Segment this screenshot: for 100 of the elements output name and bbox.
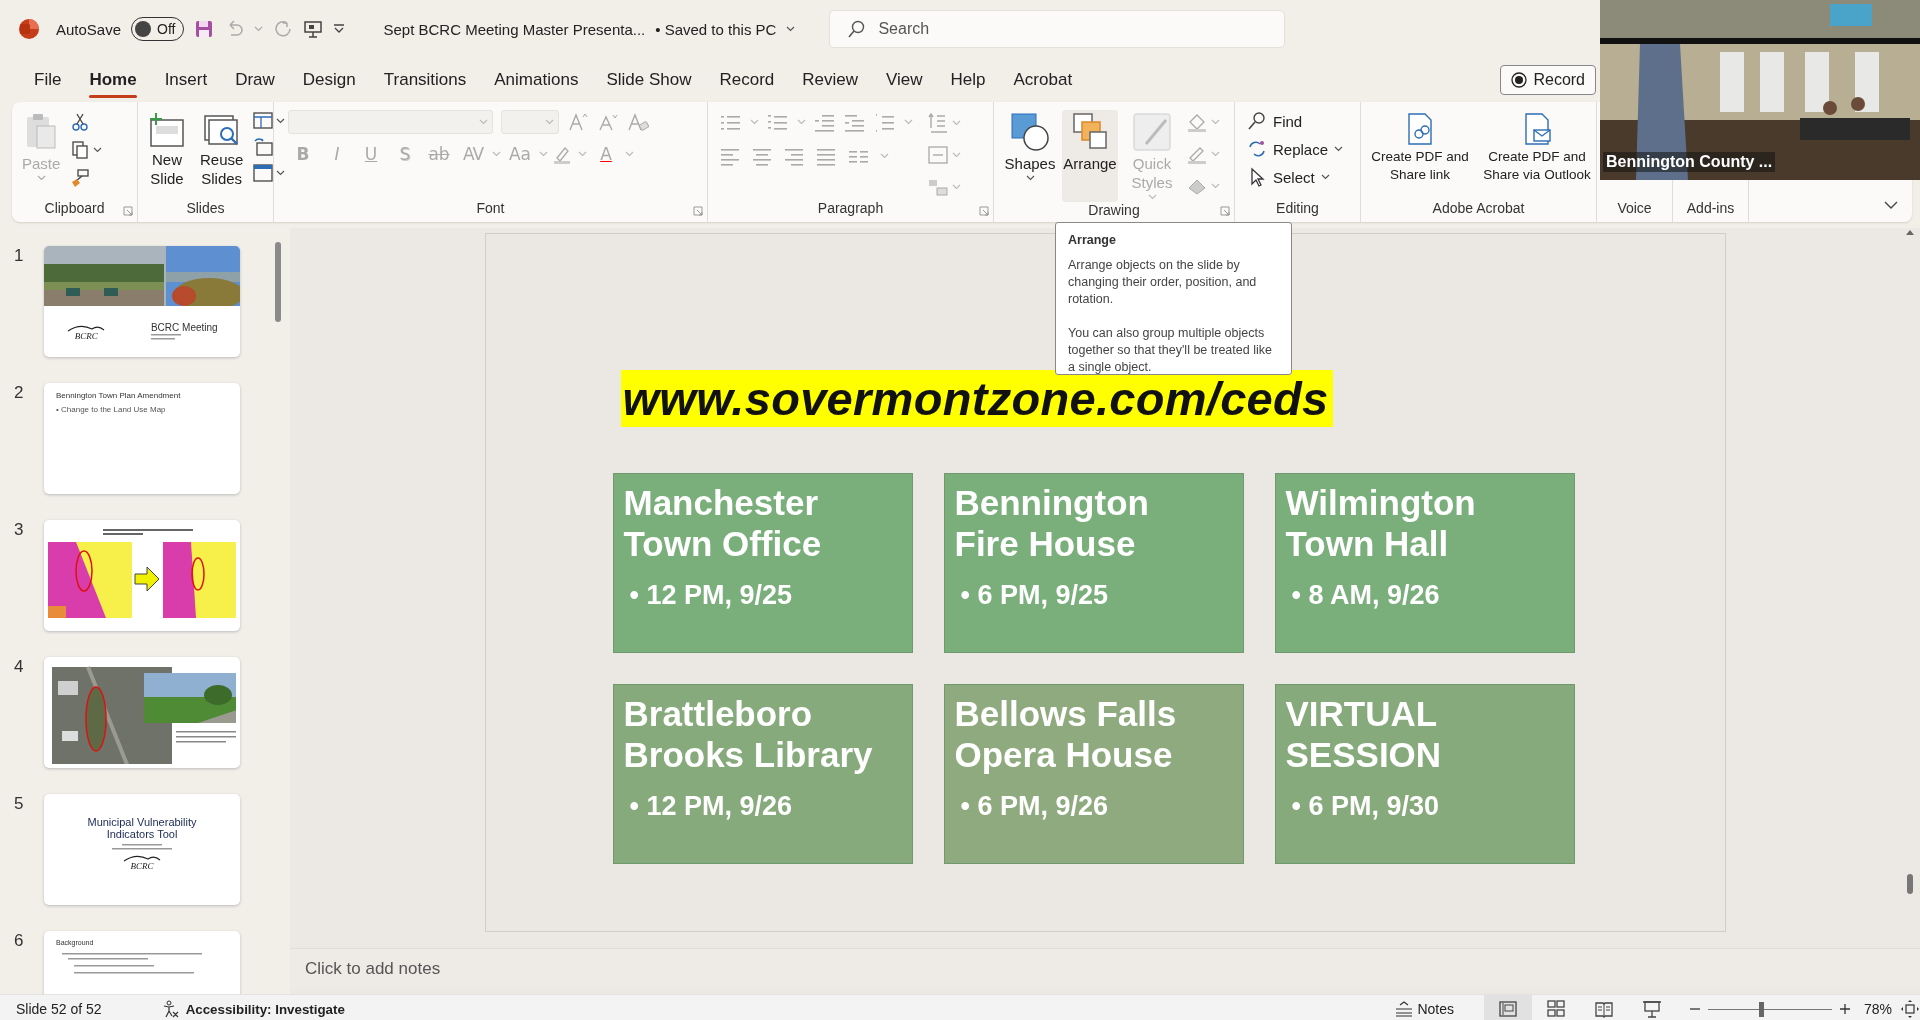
session-time: • 8 AM, 9/26: [1290, 580, 1441, 611]
align-center-icon[interactable]: [752, 146, 774, 166]
save-status[interactable]: • Saved to this PC: [655, 20, 777, 38]
pdf-mail-icon: [1522, 112, 1552, 146]
accessibility-button[interactable]: Accessibility: Investigate: [161, 1000, 345, 1018]
ribbon-tab[interactable]: Acrobat: [999, 64, 1087, 96]
select-button[interactable]: Select: [1245, 166, 1332, 188]
grow-font-icon[interactable]: [567, 112, 589, 132]
customize-icon[interactable]: [333, 24, 346, 34]
ribbon-tab[interactable]: Record: [705, 64, 789, 96]
slideshow-icon: [1642, 999, 1662, 1019]
create-pdf-outlook-button[interactable]: Create PDF and Share via Outlook: [1478, 110, 1596, 186]
align-text-icon[interactable]: [927, 144, 949, 166]
session-time: • 6 PM, 9/25: [959, 580, 1110, 611]
caret-icon: [1147, 194, 1157, 200]
ribbon-tab[interactable]: Draw: [221, 64, 289, 96]
dialog-launcher-icon[interactable]: [123, 206, 133, 216]
zoom-level[interactable]: 78%: [1864, 1001, 1900, 1017]
ribbon-tab[interactable]: Animations: [480, 64, 593, 96]
font-name-field[interactable]: [288, 110, 493, 134]
reset-icon[interactable]: [253, 138, 274, 156]
ribbon-tab[interactable]: File: [20, 64, 76, 96]
layout-icon[interactable]: [253, 112, 274, 130]
notes-button[interactable]: Notes: [1395, 1001, 1454, 1017]
slide-thumbnail-title: Bennington Town Plan Amendment: [56, 391, 182, 400]
group-label: Drawing: [1087, 202, 1141, 220]
ribbon-tab[interactable]: Insert: [150, 64, 222, 96]
save-icon[interactable]: [194, 19, 215, 39]
caret-icon: [545, 119, 554, 125]
decrease-indent-icon[interactable]: [814, 112, 836, 132]
location-name: Wilmington: [1285, 482, 1477, 523]
search-field[interactable]: Search: [829, 10, 1286, 48]
dialog-launcher-icon[interactable]: [693, 206, 703, 216]
clear-formatting-icon[interactable]: [627, 112, 649, 132]
location-name: Town Hall: [1285, 523, 1450, 564]
zoom-in-icon[interactable]: [1840, 1004, 1850, 1014]
text-direction-icon[interactable]: [927, 112, 949, 134]
justify-icon[interactable]: [816, 146, 838, 166]
logo-text: BCRC: [130, 862, 154, 870]
ribbon-tab[interactable]: View: [872, 64, 937, 96]
caret-icon[interactable]: [93, 147, 103, 153]
shrink-font-icon[interactable]: [597, 112, 619, 132]
slide-counter: Slide 52 of 52: [16, 1001, 102, 1017]
arrange-icon: [1070, 112, 1110, 152]
location-name: Bennington: [954, 482, 1150, 523]
document-title[interactable]: Sept BCRC Meeting Master Presenta...: [383, 20, 646, 38]
shape-fill-icon[interactable]: [1186, 112, 1208, 132]
redo-icon[interactable]: [273, 19, 294, 39]
align-left-icon[interactable]: [720, 146, 742, 166]
caret-icon[interactable]: [276, 118, 286, 124]
location-name: Fire House: [954, 523, 1137, 564]
reuse-slides-button[interactable]: Reuse Slides: [196, 110, 248, 190]
tooltip-title: Arrange: [1068, 232, 1117, 249]
search-icon: [847, 20, 866, 38]
collapse-ribbon-icon[interactable]: [1884, 201, 1898, 210]
ribbon-tab[interactable]: Transitions: [369, 64, 481, 96]
ribbon-tab[interactable]: Review: [788, 64, 872, 96]
section-icon[interactable]: [253, 164, 274, 182]
pdf-link-icon: [1405, 112, 1435, 146]
align-right-icon[interactable]: [784, 146, 806, 166]
slide-thumbnail[interactable]: BCRC BCRC Meeting: [44, 246, 240, 357]
line-spacing-icon[interactable]: [874, 112, 896, 132]
ribbon-tab[interactable]: Help: [936, 64, 1000, 96]
location-name: Brattleboro: [623, 693, 814, 734]
find-button[interactable]: Find: [1245, 110, 1305, 132]
create-pdf-link-button[interactable]: Create PDF and Share link: [1361, 110, 1479, 186]
arrange-button[interactable]: Arrange: [1062, 110, 1118, 202]
slide-number: 4: [14, 657, 25, 678]
group-label: Editing: [1275, 200, 1320, 218]
caret-icon[interactable]: [276, 170, 286, 176]
scrollbar-thumb[interactable]: [1907, 874, 1913, 894]
ribbon-tab[interactable]: Design: [288, 64, 370, 96]
group-label: Clipboard: [43, 200, 106, 218]
slide-canvas[interactable]: [484, 233, 1726, 932]
dialog-launcher-icon[interactable]: [979, 206, 989, 216]
record-button[interactable]: Record: [1500, 65, 1596, 95]
ribbon-tab[interactable]: Home: [75, 64, 151, 96]
cut-icon[interactable]: [70, 112, 91, 132]
increase-indent-icon[interactable]: [844, 112, 866, 132]
copy-icon[interactable]: [70, 140, 91, 160]
presentation-icon[interactable]: [303, 19, 324, 39]
caret-icon[interactable]: [786, 26, 796, 32]
record-icon: [1511, 72, 1528, 88]
scroll-up-icon[interactable]: [1905, 228, 1915, 236]
font-size-field[interactable]: [501, 110, 559, 134]
replace-button[interactable]: Replace: [1245, 138, 1346, 160]
fit-to-window-icon[interactable]: [1900, 999, 1920, 1019]
dialog-launcher-icon[interactable]: [1220, 206, 1230, 216]
view-button[interactable]: [1484, 995, 1532, 1020]
session-time: • 6 PM, 9/30: [1290, 791, 1441, 822]
new-slide-button[interactable]: New Slide: [144, 110, 190, 190]
ribbon-tab[interactable]: Slide Show: [592, 64, 706, 96]
format-painter-icon[interactable]: [70, 168, 91, 188]
notes-placeholder[interactable]: Click to add notes: [305, 959, 441, 979]
slide-number: 5: [14, 794, 25, 815]
numbering-icon[interactable]: [767, 112, 789, 132]
slide-thumbnail[interactable]: Bennington Town Plan Amendment • Change to the Land Use Map: [44, 383, 240, 494]
shapes-button[interactable]: Shapes: [1002, 110, 1058, 202]
slide-thumbnail[interactable]: Municipal Vulnerability Indicators Tool BCRC: [44, 794, 240, 905]
autosave-label: AutoSave: [56, 20, 122, 38]
